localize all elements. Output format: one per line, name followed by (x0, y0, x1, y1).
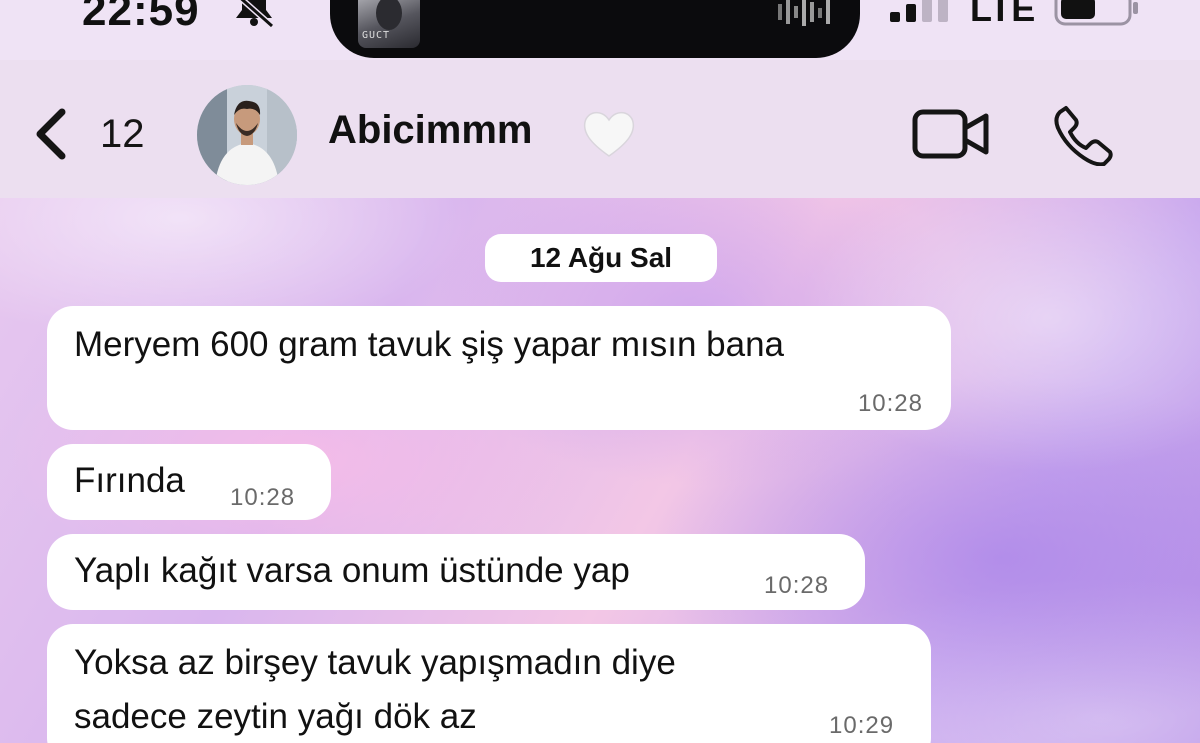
battery-icon (1054, 0, 1138, 26)
message-time: 10:28 (764, 572, 830, 599)
message-time: 10:28 (857, 390, 923, 417)
message-time: 10:28 (230, 484, 296, 511)
artwork-text: GUCT (362, 30, 391, 41)
signal-icon (890, 0, 948, 22)
audio-waveform-icon (778, 0, 830, 26)
phone-icon[interactable] (1052, 104, 1114, 166)
message-time: 10:29 (829, 712, 895, 739)
message-text: Meryem 600 gram tavuk şiş yapar mısın ba… (74, 325, 785, 364)
message-bubble[interactable]: Fırında 10:28 (47, 444, 331, 520)
status-bar: 22:59 GUCT LTE (0, 0, 1200, 60)
contact-name[interactable]: Abicimmm (328, 108, 533, 153)
network-type: LTE (970, 0, 1036, 29)
chat-messages-area[interactable]: 12 Ağu Sal Meryem 600 gram tavuk şiş yap… (0, 198, 1200, 743)
date-separator: 12 Ağu Sal (485, 234, 717, 282)
chevron-left-icon (36, 108, 66, 160)
message-bubble[interactable]: Yoksa az birşey tavuk yapışmadın diye sa… (47, 624, 931, 743)
unread-count: 12 (100, 111, 145, 156)
artwork-figure (376, 0, 402, 30)
message-text: Yaplı kağıt varsa onum üstünde yap (74, 551, 630, 590)
dynamic-island[interactable]: GUCT (330, 0, 860, 58)
back-button[interactable]: 12 (30, 104, 160, 164)
bell-slash-icon (236, 0, 274, 28)
now-playing-artwork[interactable]: GUCT (358, 0, 420, 48)
avatar-photo (197, 85, 297, 185)
message-text-line: Yoksa az birşey tavuk yapışmadın diye (74, 643, 676, 682)
chat-header: 12 Abicimmm (0, 60, 1200, 198)
message-text-line: sadece zeytin yağı dök az (74, 697, 477, 736)
status-time: 22:59 (82, 0, 200, 35)
message-text: Fırında (74, 461, 185, 500)
white-heart-icon (583, 111, 635, 157)
video-camera-icon[interactable] (912, 108, 990, 160)
message-bubble[interactable]: Meryem 600 gram tavuk şiş yapar mısın ba… (47, 306, 951, 430)
contact-avatar[interactable] (197, 85, 297, 185)
message-bubble[interactable]: Yaplı kağıt varsa onum üstünde yap 10:28 (47, 534, 865, 610)
